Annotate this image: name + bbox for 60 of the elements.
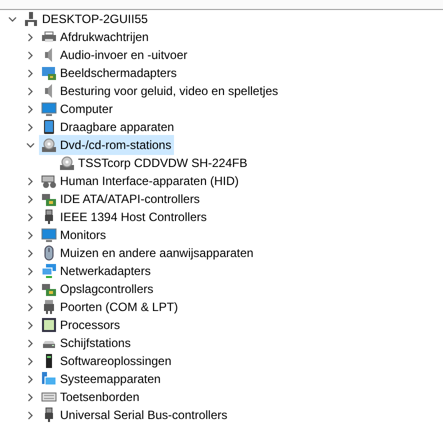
tree-item[interactable]: Beeldschermadapters (39, 63, 180, 83)
chevron-icon[interactable] (26, 86, 34, 96)
tree-item[interactable]: Dvd-/cd-rom-stations (39, 135, 174, 155)
monitor-icon (41, 101, 57, 117)
processor-chip-icon (41, 317, 57, 333)
keyboard-mouse-icon (41, 173, 57, 189)
tree-item[interactable]: Draagbare apparaten (39, 117, 178, 137)
display-adapter-icon (41, 65, 57, 81)
tree-item[interactable]: Human Interface-apparaten (HID) (39, 171, 242, 191)
tree-item[interactable]: Opslagcontrollers (39, 279, 156, 299)
tree-item[interactable]: Besturing voor geluid, video en spelletjes (39, 81, 282, 101)
chevron-icon[interactable] (26, 212, 34, 222)
chevron-icon[interactable] (26, 50, 34, 60)
chevron-icon[interactable] (26, 32, 34, 42)
tree-item[interactable]: Systeemapparaten (39, 369, 164, 389)
chevron-icon[interactable] (8, 14, 16, 24)
tree-item[interactable]: Processors (39, 315, 124, 335)
tree-item[interactable]: Universal Serial Bus-controllers (39, 405, 230, 425)
tree-item[interactable]: Toetsenborden (39, 387, 142, 407)
monitor-icon (41, 227, 57, 243)
chevron-icon[interactable] (26, 68, 34, 78)
chevron-icon[interactable] (26, 122, 34, 132)
tree-item[interactable]: Computer (39, 99, 116, 119)
chevron-icon[interactable] (26, 266, 34, 276)
chevron-icon[interactable] (26, 230, 34, 240)
tablet-icon (41, 119, 57, 135)
port-connector-icon (41, 299, 57, 315)
tree-item[interactable]: Schijfstations (39, 333, 134, 353)
system-devices-icon (41, 371, 57, 387)
chevron-icon[interactable] (26, 392, 34, 402)
tree-item[interactable]: IDE ATA/ATAPI-controllers (39, 189, 203, 209)
tree-item[interactable]: Netwerkadapters (39, 261, 154, 281)
tree-item[interactable]: DESKTOP-2GUII55 (21, 9, 151, 29)
chevron-icon[interactable] (26, 176, 34, 186)
printer-icon (41, 29, 57, 45)
tree-item[interactable]: IEEE 1394 Host Controllers (39, 207, 210, 227)
chevron-icon[interactable] (26, 140, 34, 150)
chevron-icon[interactable] (26, 302, 34, 312)
tree-item[interactable]: Audio-invoer en -uitvoer (39, 45, 190, 65)
tree-item[interactable]: Muizen en andere aanwijsapparaten (39, 243, 256, 263)
chevron-icon[interactable] (26, 284, 34, 294)
disc-drive-icon (59, 155, 75, 171)
controller-card-icon (41, 281, 57, 297)
controller-card-icon (41, 191, 57, 207)
chevron-icon[interactable] (26, 356, 34, 366)
chevron-icon[interactable] (26, 248, 34, 258)
tree-item[interactable]: TSSTcorp CDDVDW SH-224FB (57, 153, 250, 173)
chevron-icon[interactable] (26, 320, 34, 330)
network-computer-icon (23, 11, 39, 27)
disc-drive-icon (41, 137, 57, 153)
tree-item[interactable]: Monitors (39, 225, 110, 245)
chevron-icon[interactable] (26, 194, 34, 204)
tree-item[interactable]: Poorten (COM & LPT) (39, 297, 182, 317)
tree-item[interactable]: Softwareoplossingen (39, 351, 174, 371)
chevron-icon[interactable] (26, 410, 34, 420)
chevron-icon[interactable] (26, 374, 34, 384)
network-icon (41, 263, 57, 279)
tree-item[interactable]: Afdrukwachtrijen (39, 27, 152, 47)
chevron-icon[interactable] (26, 338, 34, 348)
chevron-icon[interactable] (26, 104, 34, 114)
